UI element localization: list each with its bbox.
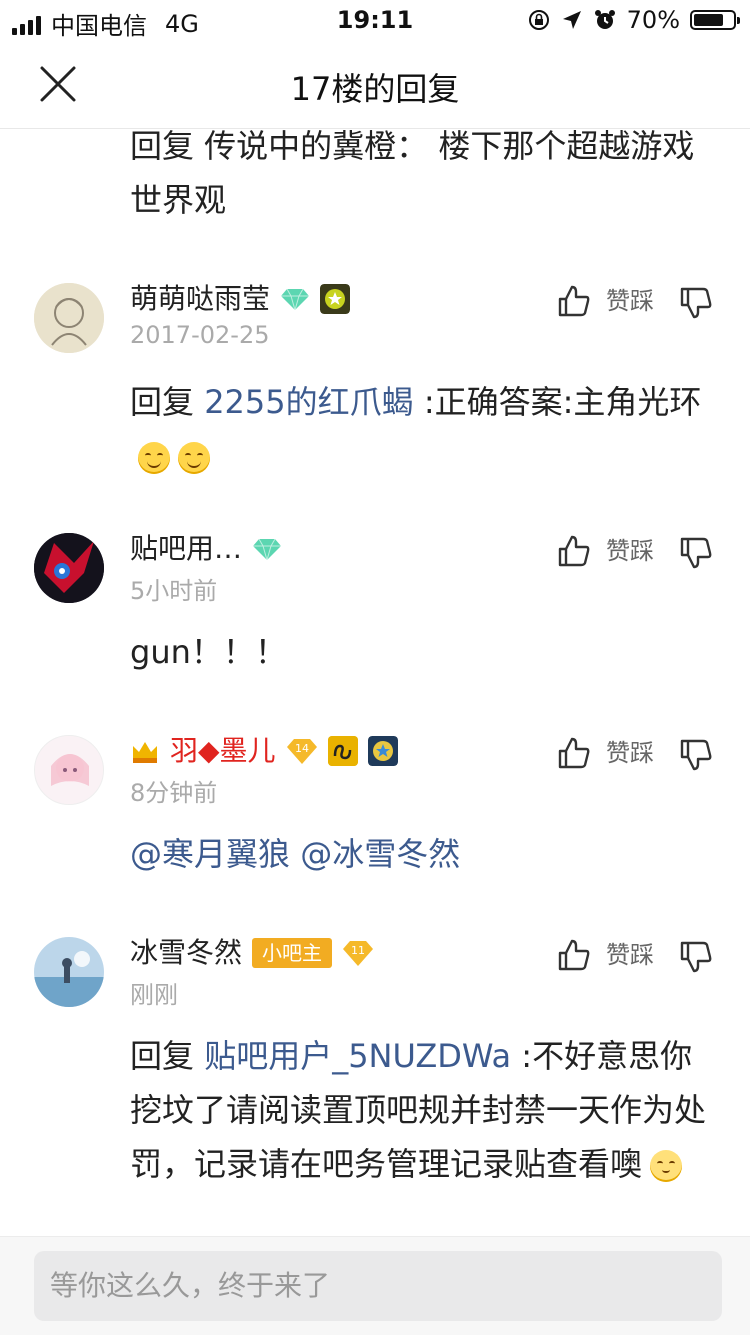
level-badge-text: 11: [351, 944, 365, 957]
username[interactable]: 羽◆墨儿: [170, 731, 276, 771]
battery-percent: 70%: [626, 6, 680, 34]
location-arrow-icon: [562, 11, 581, 29]
zan-cai-label: 赞踩: [606, 287, 654, 315]
star-badge-icon: [320, 284, 351, 314]
status-right: 70%: [527, 6, 740, 34]
username-row: 冰雪冬然 小吧主 11: [130, 933, 374, 973]
level-11-badge-icon: 11: [343, 941, 374, 966]
zan-cai-label: 赞踩: [606, 941, 654, 969]
username[interactable]: 贴吧用…: [130, 529, 242, 569]
nav-bar: 17楼的回复: [0, 40, 750, 129]
zan-cai-label: 赞踩: [606, 537, 654, 565]
avatar[interactable]: [34, 533, 104, 603]
thumb-up-icon[interactable]: [556, 937, 592, 973]
reply-text: :正确答案:主角光环: [413, 383, 702, 421]
crown-icon: [133, 742, 157, 763]
previous-reply-text: 回复 传说中的冀橙： 楼下那个超越游戏世界观: [130, 127, 695, 219]
level-gem-icon: [281, 288, 310, 311]
reply-input[interactable]: 等你这么久，终于来了: [34, 1251, 722, 1321]
reply-input-bar: 等你这么久，终于来了: [0, 1236, 750, 1335]
thumb-up-icon[interactable]: [556, 533, 592, 569]
avatar[interactable]: [34, 937, 104, 1007]
battery-icon: [690, 10, 740, 30]
level-14-badge-icon: 14: [286, 739, 317, 764]
zodiac-badge-icon: [327, 736, 358, 766]
reply-prefix: 回复: [130, 1037, 205, 1075]
mention-link[interactable]: 贴吧用户_5NUZDWa: [204, 1037, 511, 1075]
reply-content: gun！！！: [130, 633, 287, 671]
username-row: 羽◆墨儿 14: [130, 731, 398, 771]
smile-emoji-icon: [138, 442, 170, 474]
level-badge-text: 14: [295, 742, 309, 755]
thumb-down-icon[interactable]: [678, 285, 714, 321]
mention-link[interactable]: @寒月翼狼: [130, 835, 290, 873]
rotation-lock-icon: [528, 10, 549, 30]
thumb-down-icon[interactable]: [678, 535, 714, 571]
post-time: 刚刚: [130, 981, 178, 1009]
level-gem-icon: [253, 538, 282, 561]
thumb-down-icon[interactable]: [678, 737, 714, 773]
shy-emoji-icon: [650, 1150, 683, 1182]
username[interactable]: 冰雪冬然: [130, 933, 242, 973]
thumb-up-icon[interactable]: [556, 735, 592, 771]
avatar[interactable]: [34, 283, 104, 353]
alarm-icon: [594, 10, 615, 29]
status-bar: 中国电信 4G 19:11 70%: [0, 0, 750, 40]
thumb-down-icon[interactable]: [678, 939, 714, 975]
star-badge-icon: [367, 736, 398, 766]
page-title: 17楼的回复: [290, 70, 460, 108]
reply-prefix: 回复: [130, 383, 205, 421]
username-row: 萌萌哒雨莹: [130, 279, 351, 319]
post-time: 2017-02-25: [130, 321, 270, 349]
post-time: 5小时前: [130, 577, 218, 605]
reply-content: @寒月翼狼 @冰雪冬然: [130, 827, 720, 881]
mention-link[interactable]: @冰雪冬然: [300, 835, 460, 873]
avatar[interactable]: [34, 735, 104, 805]
reply-content: 回复 2255的红爪蝎 :正确答案:主角光环: [130, 375, 720, 483]
username[interactable]: 萌萌哒雨莹: [130, 279, 270, 319]
reply-content: 回复 贴吧用户_5NUZDWa :不好意思你挖坟了请阅读置顶吧规并封禁一天作为处…: [130, 1029, 720, 1191]
smile-emoji-icon: [178, 442, 210, 474]
zan-cai-label: 赞踩: [606, 739, 654, 767]
username-row: 贴吧用…: [130, 529, 282, 569]
mention-link[interactable]: 2255的红爪蝎: [204, 383, 413, 421]
post-time: 8分钟前: [130, 779, 218, 807]
thumb-up-icon[interactable]: [556, 283, 592, 319]
role-badge: 小吧主: [252, 938, 333, 968]
